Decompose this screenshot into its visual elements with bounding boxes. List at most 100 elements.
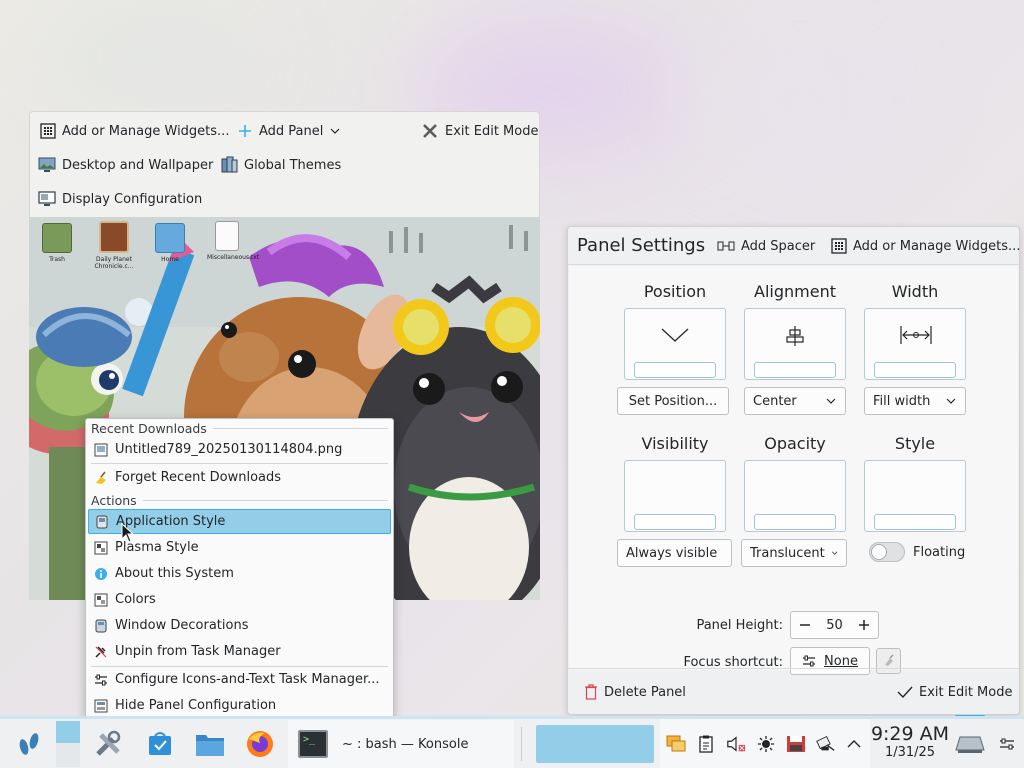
panel-height-label: Panel Height: <box>696 618 783 633</box>
add-widgets-button[interactable]: Add or Manage Widgets... <box>36 117 233 145</box>
clipboard-tray-icon[interactable] <box>696 735 716 753</box>
width-preview[interactable] <box>864 308 966 380</box>
desktop-icon-miscellaneous[interactable]: Miscellaneous.txt <box>207 221 259 261</box>
recent-file-label: Untitled789_20250130114804.png <box>115 442 343 457</box>
visibility-preview[interactable] <box>624 460 726 532</box>
add-panel-button[interactable]: Add Panel <box>233 117 345 145</box>
clock-date: 1/31/25 <box>884 745 936 760</box>
desktop-icon-daily-planet[interactable]: Daily Planet Chronicle.c... <box>94 221 134 270</box>
desktop-icon-label: Trash <box>49 256 65 263</box>
tray-expand-button[interactable] <box>844 735 864 753</box>
decrease-height-button[interactable] <box>791 612 819 638</box>
panel-preview-bar <box>634 514 716 530</box>
close-icon <box>423 124 437 138</box>
position-label: Position <box>643 282 707 301</box>
panel-preview-bar <box>874 514 956 530</box>
notifications-tray-icon[interactable] <box>666 735 686 753</box>
file-manager-launcher[interactable] <box>190 719 230 768</box>
show-desktop-icon <box>955 736 985 753</box>
konsole-task[interactable]: >_ ~ : bash — Konsole <box>288 720 514 768</box>
pager-desktop-2[interactable] <box>56 743 80 767</box>
unpin-from-task-manager-item[interactable]: Unpin from Task Manager <box>88 639 391 664</box>
align-center-icon <box>786 326 804 346</box>
global-themes-button[interactable]: Global Themes <box>216 151 345 179</box>
set-position-button[interactable]: Set Position... <box>617 387 729 415</box>
discover-launcher[interactable] <box>140 719 180 768</box>
image-file-icon <box>99 221 129 253</box>
recent-downloads-header-label: Recent Downloads <box>91 420 207 436</box>
focus-shortcut-value: None <box>824 653 858 669</box>
colors-icon <box>94 593 108 606</box>
task-separator <box>521 727 522 761</box>
visibility-combo[interactable]: Always visible <box>617 539 732 567</box>
desktop-icon-home[interactable]: Home <box>150 223 190 263</box>
panel-spacer-highlight[interactable] <box>536 725 654 763</box>
discover-store-icon <box>149 732 171 755</box>
brightness-tray-icon[interactable] <box>756 735 776 753</box>
configure-icon <box>95 674 107 685</box>
style-label: Style <box>894 434 936 453</box>
recent-file-item[interactable]: Untitled789_20250130114804.png <box>88 437 391 462</box>
global-themes-icon <box>221 156 238 173</box>
configure-task-manager-item[interactable]: Configure Icons-and-Text Task Manager... <box>88 667 391 692</box>
volume-tray-icon[interactable] <box>726 735 746 753</box>
width-combo[interactable]: Fill width <box>864 387 966 415</box>
opacity-label: Opacity <box>764 434 826 453</box>
colors-label: Colors <box>115 592 156 607</box>
set-position-label: Set Position... <box>628 393 718 409</box>
unpin-from-task-manager-label: Unpin from Task Manager <box>115 644 281 659</box>
opacity-preview[interactable] <box>744 460 846 532</box>
exit-edit-mode-button[interactable]: Exit Edit Mode <box>417 117 542 145</box>
chevron-down-icon <box>946 398 956 404</box>
application-launcher-button[interactable] <box>12 719 46 768</box>
position-preview[interactable] <box>624 308 726 380</box>
visibility-label: Visibility <box>641 434 709 453</box>
about-this-system-item[interactable]: About this System <box>88 561 391 586</box>
hide-panel-configuration-item[interactable]: Hide Panel Configuration <box>88 693 391 718</box>
desktop-wallpaper-button[interactable]: Desktop and Wallpaper <box>34 151 217 179</box>
digital-clock[interactable]: 9:29 AM 1/31/25 <box>870 723 950 765</box>
panel-add-widgets-label: Add or Manage Widgets... <box>853 238 1021 254</box>
settings-launcher[interactable] <box>88 719 128 768</box>
panel-exit-edit-mode-button[interactable]: Exit Edit Mode <box>893 678 1016 706</box>
alignment-preview[interactable] <box>744 308 846 380</box>
panel-exit-edit-mode-label: Exit Edit Mode <box>919 684 1013 700</box>
opacity-combo[interactable]: Translucent <box>741 539 847 567</box>
chat-icon <box>666 735 686 752</box>
text-file-icon <box>215 221 239 251</box>
window-decorations-item[interactable]: Window Decorations <box>88 613 391 638</box>
alignment-combo[interactable]: Center <box>744 387 846 415</box>
desktop-icon-label: Miscellaneous.txt <box>207 254 260 261</box>
edit-mode-toolbar: Add or Manage Widgets... Add Panel Exit … <box>29 111 540 217</box>
colors-item[interactable]: Colors <box>88 587 391 612</box>
display-configuration-button[interactable]: Display Configuration <box>34 185 206 213</box>
add-widgets-label: Add or Manage Widgets... <box>62 123 230 139</box>
toggle-knob <box>871 544 887 560</box>
pager-desktop-1[interactable] <box>56 721 80 743</box>
configure-icon <box>803 655 816 667</box>
network-tray-icon[interactable] <box>816 735 836 753</box>
increase-height-button[interactable] <box>850 612 878 638</box>
checkmark-icon <box>897 686 913 699</box>
panel-height-spinbox: 50 <box>790 611 879 639</box>
show-desktop-button[interactable] <box>950 719 990 768</box>
panel-add-widgets-button[interactable]: Add or Manage Widgets... <box>827 232 1024 260</box>
firefox-launcher[interactable] <box>240 719 280 768</box>
disks-tray-icon[interactable] <box>786 735 806 753</box>
floating-toggle[interactable]: Floating <box>869 542 965 562</box>
delete-panel-button[interactable]: Delete Panel <box>580 678 690 706</box>
desktop-wallpaper-label: Desktop and Wallpaper <box>62 157 214 173</box>
width-label: Width <box>891 282 939 301</box>
unpin-icon <box>95 645 107 658</box>
add-spacer-button[interactable]: Add Spacer <box>713 232 819 260</box>
forget-recent-downloads-item[interactable]: Forget Recent Downloads <box>88 465 391 490</box>
actions-header: Actions <box>91 491 388 509</box>
desktop-icon-trash[interactable]: Trash <box>37 223 77 263</box>
panel-preview-bar <box>754 514 836 530</box>
hide-panel-configuration-label: Hide Panel Configuration <box>115 698 277 713</box>
panel-settings-dialog: Panel Settings Add Spacer Add or Manage … <box>567 226 1020 715</box>
panel-configure-button[interactable] <box>994 719 1020 768</box>
style-preview[interactable] <box>864 460 966 532</box>
trash-icon <box>585 684 597 700</box>
panel-height-value[interactable]: 50 <box>819 618 850 633</box>
